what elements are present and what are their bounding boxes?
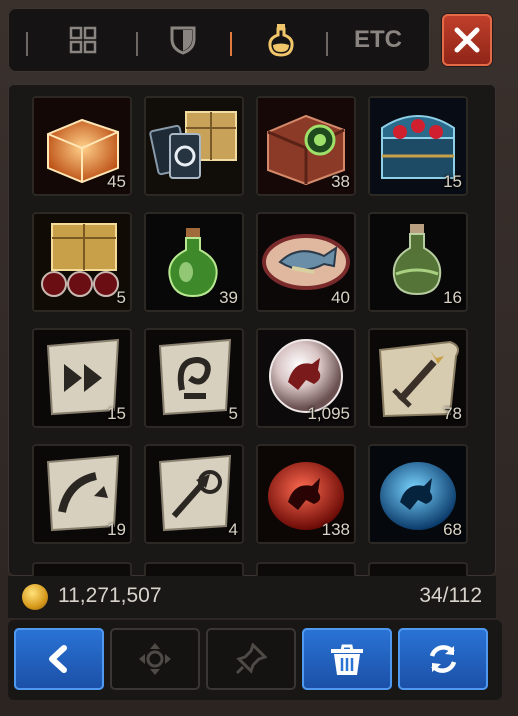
tab-all[interactable] xyxy=(58,18,108,62)
inventory-slot[interactable]: 15 xyxy=(368,96,468,196)
item-quantity: 39 xyxy=(219,288,238,307)
inventory-capacity: 34/112 xyxy=(419,584,482,607)
pin-icon xyxy=(235,643,267,675)
tab-etc[interactable]: ETC xyxy=(348,18,408,62)
inventory-slot[interactable]: 38 xyxy=(256,96,356,196)
inventory-slot[interactable]: 4 xyxy=(144,444,244,544)
item-quantity: 138 xyxy=(321,520,350,539)
inventory-slot[interactable]: 1,095 xyxy=(256,328,356,428)
item-quantity: 5 xyxy=(116,288,126,307)
delete-button[interactable] xyxy=(302,628,392,690)
category-tab-bar: ETC xyxy=(8,8,430,72)
tab-separator-active xyxy=(230,32,232,56)
inventory-slot[interactable]: 138 xyxy=(256,444,356,544)
close-icon xyxy=(454,27,480,53)
inventory-slot[interactable]: 40 xyxy=(256,212,356,312)
item-quantity: 15 xyxy=(443,172,462,191)
item-quantity: 16 xyxy=(443,288,462,307)
inventory-slot[interactable]: 39 xyxy=(144,212,244,312)
inventory-slot-partial[interactable] xyxy=(256,562,356,576)
inventory-slot[interactable]: 68 xyxy=(368,444,468,544)
tab-separator xyxy=(326,32,328,56)
pin-button[interactable] xyxy=(206,628,296,690)
tab-consumable[interactable] xyxy=(256,18,306,62)
back-button[interactable] xyxy=(14,628,104,690)
inventory-slot-partial[interactable] xyxy=(144,562,244,576)
inventory-window: ETC 45 38 15 5 39 40 16 15 5 1,095 78 19… xyxy=(0,0,518,716)
tab-equipment[interactable] xyxy=(158,18,208,62)
trash-icon xyxy=(331,644,363,675)
inventory-slot[interactable]: 15 xyxy=(32,328,132,428)
tab-separator xyxy=(136,32,138,56)
potion-icon xyxy=(268,24,294,57)
inventory-slot[interactable]: 16 xyxy=(368,212,468,312)
inventory-grid: 45 38 15 5 39 40 16 15 5 1,095 78 19 4 1… xyxy=(8,84,496,576)
item-quantity: 45 xyxy=(107,172,126,191)
tab-separator xyxy=(26,32,28,56)
gold-coin-icon xyxy=(22,584,48,610)
currency-bar: 11,271,507 34/112 xyxy=(8,576,496,618)
inventory-slot[interactable] xyxy=(144,96,244,196)
gold-amount: 11,271,507 xyxy=(58,584,162,607)
grid-icon xyxy=(69,26,97,54)
refresh-icon xyxy=(429,645,457,673)
item-quantity: 4 xyxy=(228,520,238,539)
item-quantity: 5 xyxy=(228,404,238,423)
shield-icon xyxy=(170,26,196,55)
refresh-button[interactable] xyxy=(398,628,488,690)
close-button[interactable] xyxy=(442,14,492,66)
back-arrow-icon xyxy=(49,645,67,673)
item-quantity: 78 xyxy=(443,404,462,423)
inventory-slot[interactable]: 5 xyxy=(32,212,132,312)
inventory-slot-partial[interactable] xyxy=(368,562,468,576)
action-button-row xyxy=(8,620,502,700)
move-button[interactable] xyxy=(110,628,200,690)
inventory-slot[interactable]: 5 xyxy=(144,328,244,428)
chest-with-cards-icon xyxy=(146,98,242,194)
inventory-slot-partial[interactable] xyxy=(32,562,132,576)
item-quantity: 1,095 xyxy=(307,404,350,423)
item-quantity: 40 xyxy=(331,288,350,307)
move-icon xyxy=(139,643,171,675)
inventory-slot[interactable]: 19 xyxy=(32,444,132,544)
inventory-slot[interactable]: 78 xyxy=(368,328,468,428)
item-quantity: 19 xyxy=(107,520,126,539)
inventory-slot[interactable]: 45 xyxy=(32,96,132,196)
item-quantity: 38 xyxy=(331,172,350,191)
item-quantity: 68 xyxy=(443,520,462,539)
item-quantity: 15 xyxy=(107,404,126,423)
